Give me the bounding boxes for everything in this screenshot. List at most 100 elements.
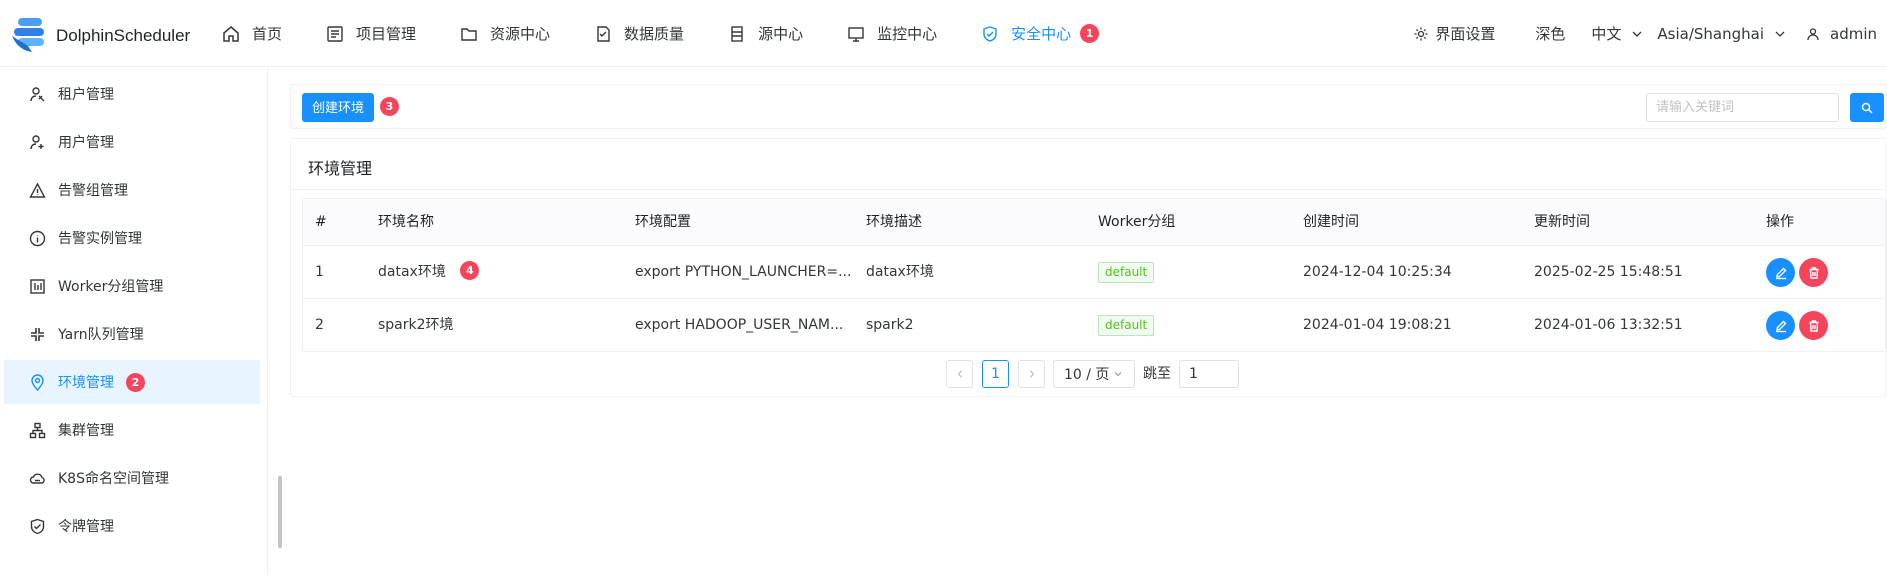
- step-badge: 2: [126, 372, 145, 392]
- delete-button[interactable]: [1799, 311, 1828, 340]
- env-name-link[interactable]: datax环境 4: [378, 246, 480, 299]
- worker-group-cell: default: [1098, 299, 1155, 352]
- edit-icon: [1775, 267, 1786, 279]
- monitor-icon: [848, 26, 864, 42]
- step-badge: 3: [380, 97, 399, 116]
- env-desc: spark2: [866, 317, 914, 333]
- timezone-select[interactable]: Asia/Shanghai: [1657, 25, 1786, 43]
- sidebar-item-user[interactable]: 用户管理: [4, 120, 260, 164]
- nav-datasource[interactable]: 源中心: [728, 23, 803, 44]
- sidebar-item-yarn-queue[interactable]: Yarn队列管理: [4, 312, 260, 356]
- nav-security[interactable]: 安全中心 1: [981, 23, 1100, 44]
- edit-icon: [1775, 320, 1786, 332]
- chevron-down-icon: [1775, 31, 1785, 37]
- timezone-value: Asia/Shanghai: [1657, 24, 1764, 43]
- language-select[interactable]: 中文: [1591, 23, 1643, 44]
- sidebar-item-cluster[interactable]: 集群管理: [4, 408, 260, 452]
- sidebar-item-label: 租户管理: [58, 87, 114, 103]
- search-button[interactable]: [1850, 93, 1884, 122]
- card-divider: [291, 189, 1886, 190]
- folder-icon: [461, 27, 477, 41]
- tenant-icon: [30, 86, 45, 101]
- chevron-right-icon: [1029, 370, 1034, 378]
- user-icon: [1807, 27, 1819, 40]
- next-page-button[interactable]: [1018, 360, 1045, 388]
- nav-security-label: 安全中心: [1011, 25, 1072, 43]
- worker-group-tag: default: [1098, 314, 1155, 336]
- row-index: 1: [315, 264, 324, 280]
- cluster-icon: [29, 422, 46, 438]
- top-header: DolphinScheduler 首页 项目管理 资源中心 数据质量 源中心 监…: [0, 0, 1887, 67]
- search-input[interactable]: [1646, 93, 1839, 122]
- language-value: 中文: [1591, 25, 1622, 43]
- app-logo[interactable]: DolphinScheduler: [8, 16, 190, 56]
- chevron-down-icon: [1632, 31, 1642, 37]
- sidebar-item-environment[interactable]: 环境管理 2: [4, 360, 260, 404]
- worker-group-cell: default: [1098, 246, 1155, 299]
- header-right-menu: 界面设置 深色 中文 Asia/Shanghai admin: [1413, 0, 1877, 67]
- env-desc: datax环境: [866, 264, 934, 280]
- chevron-left-icon: [957, 370, 962, 378]
- nav-resource-label: 资源中心: [490, 25, 551, 43]
- user-menu[interactable]: admin: [1806, 25, 1877, 43]
- table-row: 2 spark2环境 export HADOOP_USER_NAM... spa…: [303, 299, 1885, 352]
- column-header-name: 环境名称: [378, 214, 434, 230]
- user-icon: [30, 134, 44, 149]
- create-environment-button[interactable]: 创建环境: [302, 93, 375, 122]
- search-icon: [1861, 102, 1873, 114]
- card-title: 环境管理: [308, 159, 373, 178]
- prev-page-button[interactable]: [946, 360, 973, 388]
- sidebar-item-label: 告警实例管理: [58, 231, 142, 247]
- shield-icon: [983, 25, 997, 42]
- jump-page-input[interactable]: [1179, 360, 1239, 388]
- sidebar-item-label: Yarn队列管理: [58, 327, 144, 343]
- sidebar-item-alert-group[interactable]: 告警组管理: [4, 168, 260, 212]
- sidebar-item-label: K8S命名空间管理: [58, 471, 169, 487]
- ui-settings-button[interactable]: 界面设置: [1413, 23, 1495, 44]
- sidebar-item-worker-group[interactable]: Worker分组管理: [4, 264, 260, 308]
- nav-project[interactable]: 项目管理: [326, 23, 416, 44]
- nav-data-quality[interactable]: 数据质量: [594, 23, 684, 44]
- queue-icon: [31, 327, 44, 341]
- nav-home[interactable]: 首页: [222, 23, 282, 44]
- column-header-desc: 环境描述: [866, 214, 922, 230]
- sidebar-scrollbar[interactable]: [278, 476, 282, 548]
- nav-project-label: 项目管理: [356, 25, 417, 43]
- nav-home-label: 首页: [252, 25, 283, 43]
- theme-toggle[interactable]: 深色: [1535, 23, 1565, 44]
- app-name: DolphinScheduler: [56, 26, 191, 45]
- user-name: admin: [1830, 24, 1877, 43]
- sidebar-item-alert-instance[interactable]: 告警实例管理: [4, 216, 260, 260]
- env-name: datax环境: [378, 264, 446, 280]
- sidebar: 租户管理 用户管理 告警组管理 告警实例管理 Worker分组管理 Yarn队列…: [0, 67, 268, 575]
- project-icon: [327, 25, 343, 42]
- main-nav: 首页 项目管理 资源中心 数据质量 源中心 监控中心 安全中心 1: [222, 0, 1143, 67]
- sidebar-item-k8s-namespace[interactable]: K8S命名空间管理: [4, 456, 260, 500]
- theme-label: 深色: [1535, 25, 1566, 43]
- home-icon: [223, 25, 239, 42]
- delete-button[interactable]: [1799, 258, 1828, 287]
- column-header-created: 创建时间: [1303, 214, 1359, 230]
- edit-button[interactable]: [1766, 258, 1795, 287]
- jump-label: 跳至: [1143, 366, 1171, 382]
- toolbar: 创建环境 3: [290, 84, 1887, 129]
- sidebar-item-label: 集群管理: [58, 423, 114, 439]
- data-quality-icon: [597, 25, 610, 42]
- token-icon: [30, 518, 45, 534]
- worker-group-icon: [30, 278, 45, 294]
- datasource-icon: [731, 25, 743, 42]
- page-number-button[interactable]: 1: [982, 360, 1009, 388]
- page-size-select[interactable]: 10 / 页: [1053, 360, 1135, 388]
- nav-monitor[interactable]: 监控中心: [847, 23, 937, 44]
- info-icon: [29, 230, 46, 246]
- dolphin-logo-icon: [12, 18, 44, 52]
- env-name-link[interactable]: spark2环境: [378, 299, 454, 352]
- sidebar-item-token[interactable]: 令牌管理: [4, 504, 260, 548]
- sidebar-item-tenant[interactable]: 租户管理: [4, 72, 260, 116]
- table-header: [303, 199, 1885, 246]
- edit-button[interactable]: [1766, 311, 1795, 340]
- cloud-icon: [29, 473, 45, 484]
- nav-resource[interactable]: 资源中心: [460, 23, 550, 44]
- sidebar-item-label: Worker分组管理: [58, 279, 164, 295]
- nav-monitor-label: 监控中心: [877, 25, 938, 43]
